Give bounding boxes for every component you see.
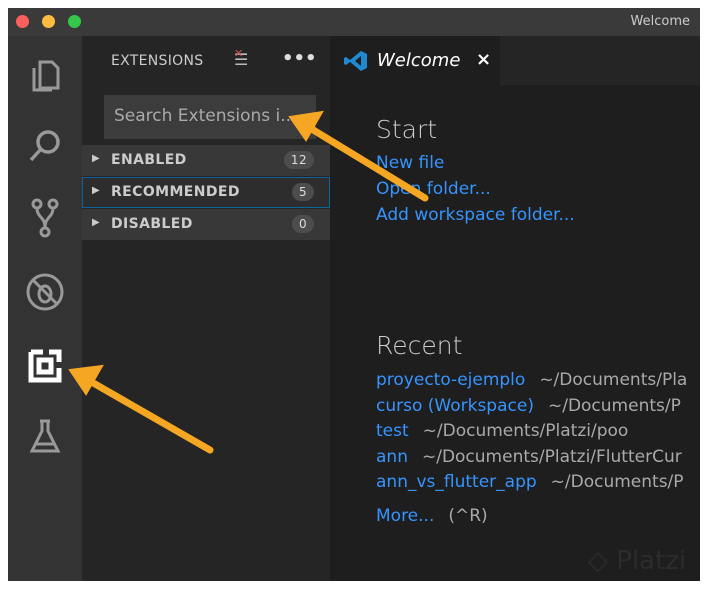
annotation-arrows — [68, 110, 429, 454]
arrow-to-search — [288, 110, 429, 202]
arrow-to-extensions-icon — [68, 364, 214, 454]
